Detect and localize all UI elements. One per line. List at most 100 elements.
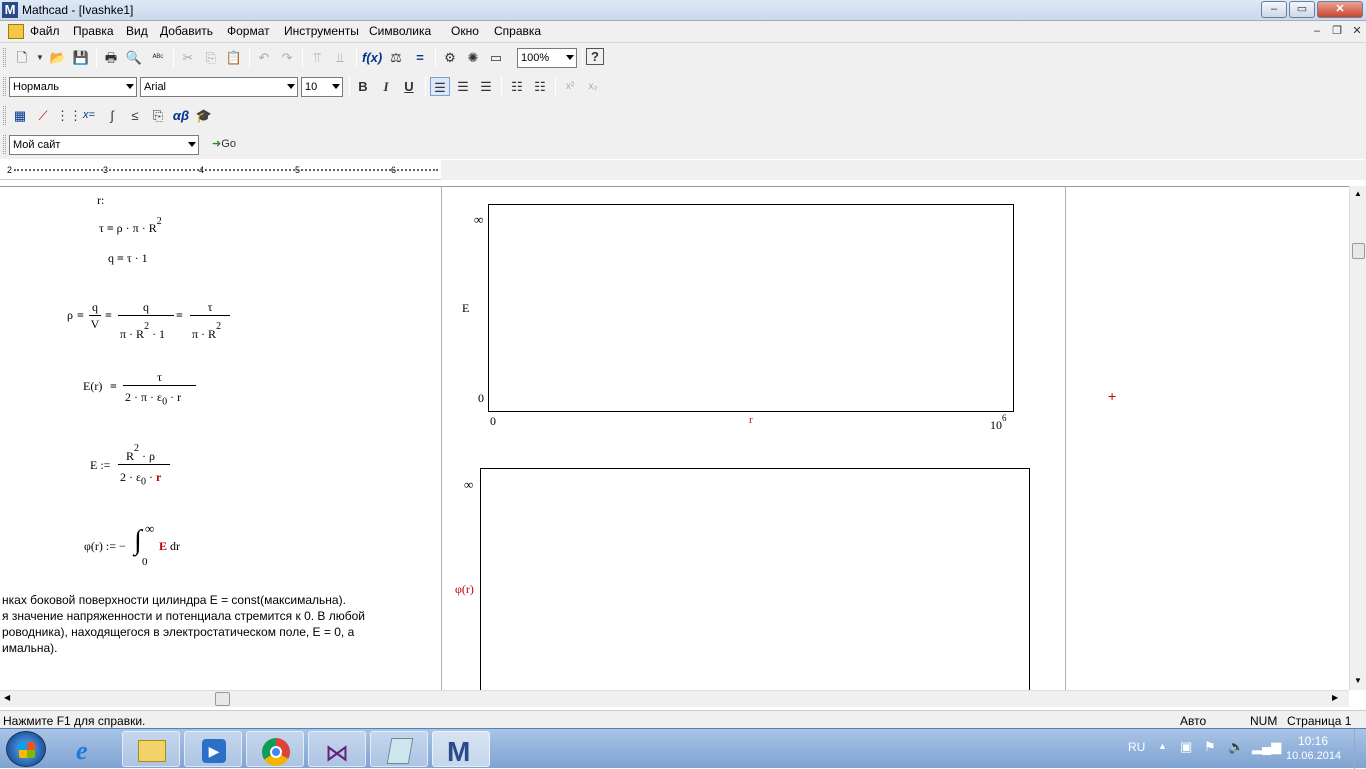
italic-button[interactable]: I [376,77,396,96]
text-region[interactable]: нках боковой поверхности цилиндра E = co… [2,592,365,656]
undo-icon[interactable]: ↶ [254,48,274,67]
menu-edit[interactable]: Правка [73,24,114,38]
new-document-icon[interactable]: 🗋 [12,48,32,67]
font-select[interactable]: Arial [140,77,298,97]
zoom-select[interactable]: 100% [517,48,577,68]
doc-close-button[interactable]: ✕ [1348,25,1366,40]
menu-insert[interactable]: Добавить [160,24,213,38]
align-right-icon[interactable]: ☰ [476,77,496,96]
vertical-scroll-thumb[interactable] [1352,243,1365,259]
insert-function-icon[interactable]: f(x) [362,48,382,67]
taskbar-ie[interactable]: e [60,731,118,767]
redo-icon[interactable]: ↷ [277,48,297,67]
menu-file[interactable]: Файл [30,24,60,38]
save-icon[interactable]: 💾 [71,48,91,67]
show-desktop-button[interactable] [1354,729,1366,769]
spell-check-icon[interactable]: ᴬᴮᶜ [148,48,168,67]
cut-icon[interactable]: ✂ [178,48,198,67]
vertical-scrollbar[interactable]: ▲ ▼ [1349,186,1366,690]
minimize-button[interactable]: – [1261,1,1287,18]
scroll-down-icon[interactable]: ▼ [1354,676,1362,685]
align-left-icon[interactable]: ☰ [430,77,450,96]
help-icon[interactable]: ? [586,48,604,65]
new-dropdown-icon[interactable]: ▼ [30,48,50,67]
menu-help[interactable]: Справка [494,24,541,38]
align-down-icon[interactable]: ⫫ [330,48,350,67]
calculator-icon[interactable]: ▦ [10,106,30,125]
open-icon[interactable]: 📂 [48,48,68,67]
network-icon[interactable]: ▂▄▆ [1252,739,1281,755]
matrix-icon[interactable]: ⋮⋮ [56,106,82,125]
align-center-icon[interactable]: ☰ [453,77,473,96]
tau-equation[interactable]: τ = ρ · π · R2 [99,216,162,236]
style-select[interactable]: Нормаль [9,77,137,97]
taskbar-media-player[interactable]: ▶ [184,731,242,767]
paste-icon[interactable]: 📋 [224,48,244,67]
font-size-select[interactable]: 10 [301,77,343,97]
scroll-right-icon[interactable]: ▶ [1332,693,1338,702]
menu-window[interactable]: Окно [451,24,479,38]
underline-button[interactable]: U [399,77,419,96]
site-select[interactable]: Мой сайт [9,135,199,155]
greek-icon[interactable]: αβ [171,106,191,125]
start-button[interactable] [6,731,46,767]
scroll-left-icon[interactable]: ◀ [4,693,10,702]
numbering-icon[interactable]: ☷ [530,77,550,96]
scroll-up-icon[interactable]: ▲ [1354,189,1362,198]
show-hidden-icons-icon[interactable]: ▲ [1158,741,1167,751]
close-button[interactable]: ✕ [1317,1,1363,18]
doc-restore-button[interactable]: ❐ [1328,25,1346,40]
taskbar-explorer[interactable] [122,731,180,767]
evaluation-icon[interactable]: x= [79,106,99,125]
print-icon[interactable]: 🖶 [101,48,121,67]
align-top-icon[interactable]: ⫪ [307,48,327,67]
toolbar-grip[interactable] [3,77,6,96]
taskbar-mathcad[interactable]: M [432,731,490,767]
boolean-icon[interactable]: ≤ [125,106,145,125]
calculate-icon[interactable]: = [410,48,430,67]
superscript-button[interactable]: x² [560,77,580,96]
menu-format[interactable]: Формат [227,24,270,38]
language-indicator[interactable]: RU [1128,740,1145,754]
action-center-icon[interactable]: ⚑ [1204,739,1216,755]
taskbar-notepad[interactable] [370,731,428,767]
fraction-denominator: π · R2 [192,321,222,341]
resource-center-icon[interactable]: ✺ [463,48,483,67]
horizontal-scroll-thumb[interactable] [215,692,230,706]
bold-button[interactable]: B [353,77,373,96]
menu-tools[interactable]: Инструменты [284,24,359,38]
programming-icon[interactable]: ⎘ [148,106,168,125]
maximize-button[interactable]: ▭ [1289,1,1315,18]
plot-area[interactable] [480,468,1030,690]
graph-icon[interactable]: ⟋ [33,106,53,125]
worksheet[interactable]: r: τ = ρ · π · R2 q = τ · 1 ρ = q V = q … [0,186,1349,690]
menu-view[interactable]: Вид [126,24,148,38]
print-preview-icon[interactable]: 🔍 [124,48,144,67]
subscript-button[interactable]: x₂ [583,77,603,96]
device-icon[interactable]: ▣ [1180,739,1192,755]
clock-time[interactable]: 10:16 [1298,734,1328,748]
toolbar-grip[interactable] [3,48,6,67]
taskbar-visual-studio[interactable]: ⋈ [308,731,366,767]
symbolic-icon[interactable]: 🎓 [194,106,214,125]
clock-date[interactable]: 10.06.2014 [1286,750,1341,762]
window-icon[interactable]: ▭ [486,48,506,67]
q-equation[interactable]: q = τ · 1 [108,251,148,266]
toolbar-grip[interactable] [3,106,6,125]
go-button[interactable]: ➜Go [206,135,242,154]
insert-component-icon[interactable]: ⚙ [440,48,460,67]
plot-area[interactable] [488,204,1014,412]
calculus-icon[interactable]: ∫ [102,106,122,125]
bullets-icon[interactable]: ☷ [507,77,527,96]
horizontal-scrollbar[interactable]: ◀ ▶ [0,690,1349,707]
document-icon[interactable] [8,24,24,39]
taskbar-chrome[interactable] [246,731,304,767]
standard-toolbar: 🗋 ▼ 📂 💾 🖶 🔍 ᴬᴮᶜ ✂ ⎘ 📋 ↶ ↷ ⫪ ⫫ f(x) ⚖ = ⚙… [0,43,1366,72]
mathcad-app-icon[interactable]: M [2,2,18,18]
doc-minimize-button[interactable]: – [1308,25,1326,40]
menu-symbolics[interactable]: Символика [369,24,431,38]
toolbar-grip[interactable] [3,135,6,154]
copy-icon[interactable]: ⎘ [201,48,221,67]
insert-unit-icon[interactable]: ⚖ [386,48,406,67]
volume-icon[interactable]: 🔈 [1228,739,1244,755]
